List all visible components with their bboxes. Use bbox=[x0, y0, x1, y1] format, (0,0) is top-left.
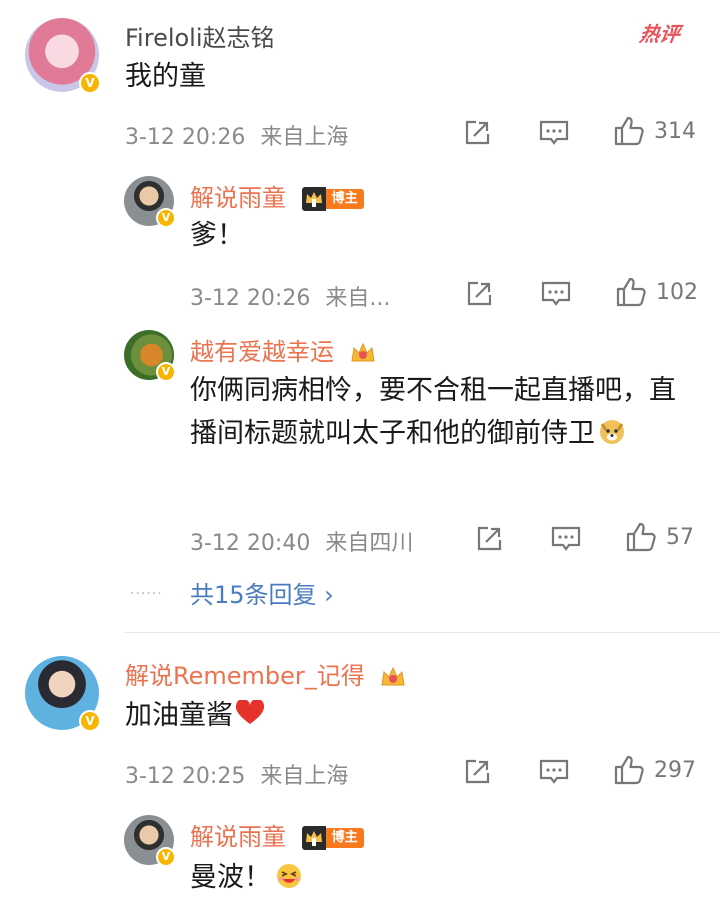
reply-text-body: 曼波！ bbox=[190, 862, 271, 893]
repost-button[interactable] bbox=[462, 757, 492, 787]
location: 来自上海 bbox=[260, 125, 349, 150]
comment-icon bbox=[551, 526, 581, 551]
comment-text-body: 加油童酱 bbox=[125, 700, 233, 731]
divider bbox=[125, 632, 720, 633]
like-button[interactable]: 297 bbox=[612, 753, 696, 787]
timestamp: 3-12 20:26 bbox=[190, 286, 311, 311]
repost-button[interactable] bbox=[462, 118, 492, 148]
crown-icon bbox=[301, 826, 326, 850]
location: 来自四川 bbox=[325, 531, 414, 556]
timestamp: 3-12 20:26 bbox=[125, 125, 246, 150]
username-text: 越有爱越幸运 bbox=[190, 338, 334, 366]
username[interactable]: 解说Remember_记得 bbox=[125, 656, 408, 691]
comment-icon bbox=[539, 759, 569, 784]
blogger-tag-label: 博主 bbox=[325, 828, 364, 848]
location: 来自... bbox=[325, 286, 391, 311]
repost-icon bbox=[467, 281, 492, 306]
like-icon bbox=[616, 277, 646, 307]
repost-button[interactable] bbox=[474, 524, 504, 554]
comment-icon bbox=[539, 120, 569, 145]
verified-icon: V bbox=[156, 362, 176, 382]
comment-button[interactable] bbox=[538, 118, 570, 148]
comment-button[interactable] bbox=[550, 524, 582, 554]
timestamp: 3-12 20:40 bbox=[190, 531, 311, 556]
verified-icon: V bbox=[79, 710, 101, 732]
like-count: 314 bbox=[654, 118, 696, 144]
doge-emoji bbox=[600, 420, 624, 444]
username-text: 解说Remember_记得 bbox=[125, 662, 365, 690]
reply-meta: 3-12 20:26 来自... bbox=[190, 280, 390, 312]
like-count: 297 bbox=[654, 757, 696, 783]
avatar[interactable]: V bbox=[124, 176, 176, 228]
reply-text: 爹！ bbox=[190, 220, 244, 251]
comment-meta: 3-12 20:26 来自上海 bbox=[125, 119, 348, 151]
comment-meta: 3-12 20:25 来自上海 bbox=[125, 758, 348, 790]
avatar[interactable]: V bbox=[124, 815, 176, 867]
like-icon bbox=[626, 522, 656, 552]
repost-button[interactable] bbox=[464, 279, 494, 309]
repost-icon bbox=[465, 120, 490, 145]
comment-text: 加油童酱 bbox=[125, 694, 265, 737]
like-icon bbox=[614, 755, 644, 785]
avatar[interactable]: V bbox=[124, 330, 176, 382]
reply-meta: 3-12 20:40 来自四川 bbox=[190, 525, 413, 557]
username[interactable]: 解说雨童 博主 bbox=[190, 178, 364, 213]
reply-text: 你俩同病相怜，要不合租一起直播吧，直播间标题就叫太子和他的御前侍卫 bbox=[190, 369, 700, 455]
like-button[interactable]: 57 bbox=[624, 520, 694, 554]
verified-icon: V bbox=[79, 72, 101, 94]
blogger-tag: 博主 bbox=[301, 826, 364, 850]
blogger-tag: 博主 bbox=[301, 187, 364, 211]
username[interactable]: Fireloli赵志铭 bbox=[125, 18, 275, 53]
crown-icon bbox=[301, 187, 326, 211]
location: 来自上海 bbox=[260, 764, 349, 789]
like-icon bbox=[614, 116, 644, 146]
more-replies-dots: ······ bbox=[130, 586, 163, 602]
like-count: 102 bbox=[656, 279, 698, 305]
comment-button[interactable] bbox=[538, 757, 570, 787]
repost-icon bbox=[465, 759, 490, 784]
comment-icon bbox=[541, 281, 571, 306]
timestamp: 3-12 20:25 bbox=[125, 764, 246, 789]
repost-icon bbox=[477, 526, 502, 551]
comment-text: 我的童 bbox=[125, 61, 206, 92]
like-count: 57 bbox=[666, 524, 694, 550]
username[interactable]: 越有爱越幸运 bbox=[190, 332, 378, 367]
reply-text: 曼波！ bbox=[190, 856, 303, 899]
comment-button[interactable] bbox=[540, 279, 572, 309]
avatar[interactable]: V bbox=[25, 18, 101, 94]
like-button[interactable]: 102 bbox=[614, 275, 698, 309]
crown-icon bbox=[381, 666, 405, 686]
username[interactable]: 解说雨童 博主 bbox=[190, 817, 364, 852]
like-button[interactable]: 314 bbox=[612, 114, 696, 148]
laugh-emoji bbox=[277, 864, 301, 888]
username-text: 解说雨童 bbox=[190, 184, 286, 212]
verified-icon: V bbox=[156, 208, 176, 228]
verified-icon: V bbox=[156, 847, 176, 867]
username-text: 解说雨童 bbox=[190, 823, 286, 851]
more-replies-link[interactable]: 共15条回复 › bbox=[190, 575, 334, 610]
hot-comment-badge: 热评 bbox=[638, 22, 682, 46]
blogger-tag-label: 博主 bbox=[325, 189, 364, 209]
avatar[interactable]: V bbox=[25, 656, 101, 732]
crown-icon bbox=[351, 342, 375, 362]
heart-icon bbox=[235, 698, 265, 724]
